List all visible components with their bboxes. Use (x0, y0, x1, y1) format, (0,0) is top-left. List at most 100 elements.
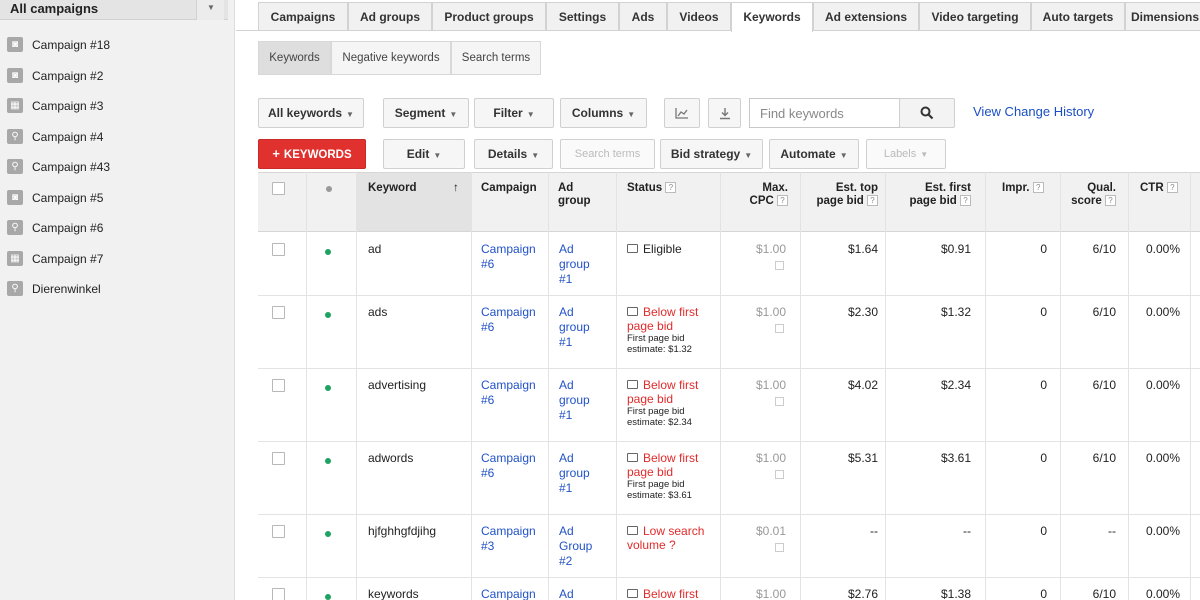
keyword-cell[interactable]: ad (368, 242, 381, 257)
help-icon[interactable]: ? (867, 195, 878, 207)
ad-group-link[interactable]: Ad group #1 (559, 378, 590, 423)
tab-videos[interactable]: Videos (667, 2, 731, 31)
sidebar-item-campaign[interactable]: ⚲ Campaign #4 (0, 128, 228, 160)
tab-dimensions[interactable]: Dimensions (1125, 2, 1200, 31)
tab-ads[interactable]: Ads (619, 2, 667, 31)
edit-bid-icon[interactable] (775, 324, 784, 333)
all-campaigns-dropdown[interactable]: ▼ (196, 0, 224, 20)
tab-settings[interactable]: Settings (546, 2, 619, 31)
subtab-negative-keywords[interactable]: Negative keywords (331, 41, 451, 75)
tab-video-targeting[interactable]: Video targeting (919, 2, 1031, 31)
campaign-link[interactable]: Campaign #6 (481, 305, 536, 335)
search-button[interactable] (899, 98, 955, 128)
row-checkbox[interactable] (272, 243, 285, 256)
row-checkbox[interactable] (272, 452, 285, 465)
campaign-column-header[interactable]: Campaign (481, 172, 537, 232)
enabled-status-dot[interactable] (325, 531, 331, 537)
sidebar-item-campaign[interactable]: ⚲ Dierenwinkel (0, 281, 228, 312)
ad-group-link[interactable]: Ad Group #2 (559, 524, 592, 569)
enabled-status-dot[interactable] (325, 385, 331, 391)
keyword-cell[interactable]: ads (368, 305, 387, 320)
ad-group-link[interactable]: Ad group #1 (559, 242, 590, 287)
sidebar-item-campaign[interactable]: ▦ Campaign #3 (0, 98, 228, 129)
edit-bid-icon[interactable] (775, 470, 784, 479)
view-change-history-link[interactable]: View Change History (973, 104, 1094, 119)
tab-auto-targets[interactable]: Auto targets (1031, 2, 1125, 31)
ad-group-link[interactable]: Ad group #1 (559, 305, 590, 350)
ad-group-column-header[interactable]: Ad group (558, 172, 591, 232)
keyword-column-header[interactable]: Keyword ↑ (368, 172, 459, 232)
campaign-link[interactable]: Campaign #6 (481, 242, 536, 272)
all-keywords-dropdown[interactable]: All keywords ▼ (258, 98, 364, 128)
sidebar-item-campaign[interactable]: ◙ Campaign #2 (0, 67, 228, 99)
keyword-cell[interactable]: advertising (368, 378, 426, 393)
campaign-link[interactable]: Campaign #6 (481, 451, 536, 481)
help-icon[interactable]: ? (1166, 182, 1178, 194)
details-dropdown[interactable]: Details ▼ (474, 139, 553, 169)
filter-dropdown[interactable]: Filter ▼ (474, 98, 554, 128)
find-keywords-input[interactable] (749, 98, 900, 128)
search-terms-button[interactable]: Search terms (560, 139, 655, 169)
status-text[interactable]: Eligible (627, 242, 682, 256)
max-cpc-cell[interactable]: $1.00 (740, 378, 786, 393)
add-keywords-button[interactable]: + KEYWORDS (258, 139, 366, 169)
edit-bid-icon[interactable] (775, 397, 784, 406)
campaign-link[interactable]: Campaign #6 (481, 378, 536, 408)
keyword-cell[interactable]: hjfghhgfdjihg (368, 524, 436, 539)
campaign-link[interactable]: Campaign (481, 587, 536, 600)
row-checkbox[interactable] (272, 379, 285, 392)
ad-group-link[interactable]: Ad (559, 587, 574, 600)
campaign-link[interactable]: Campaign #3 (481, 524, 536, 554)
max-cpc-cell[interactable]: $1.00 (740, 587, 786, 600)
status-column-header[interactable]: Status ? (627, 172, 677, 232)
bid-strategy-dropdown[interactable]: Bid strategy ▼ (660, 139, 763, 169)
enabled-status-dot[interactable] (325, 312, 331, 318)
enabled-status-dot[interactable] (325, 458, 331, 464)
row-checkbox[interactable] (272, 306, 285, 319)
row-checkbox[interactable] (272, 525, 285, 538)
ad-group-link[interactable]: Ad group #1 (559, 451, 590, 496)
status-text[interactable]: Below first page bid (627, 378, 698, 406)
edit-dropdown[interactable]: Edit ▼ (383, 139, 465, 169)
enabled-status-dot[interactable] (325, 249, 331, 255)
max-cpc-cell[interactable]: $0.01 (740, 524, 786, 539)
sidebar-item-campaign[interactable]: ⚲ Campaign #43 (0, 159, 228, 190)
max-cpc-cell[interactable]: $1.00 (740, 305, 786, 320)
chart-toggle-button[interactable] (664, 98, 700, 128)
tab-keywords[interactable]: Keywords (731, 2, 813, 32)
max-cpc-column-header[interactable]: Max. CPC ? (728, 172, 788, 232)
all-campaigns-header[interactable]: All campaigns ▼ (0, 0, 228, 20)
edit-bid-icon[interactable] (775, 543, 784, 552)
sidebar-item-campaign[interactable]: ◙ Campaign #18 (0, 37, 228, 68)
help-icon[interactable]: ? (665, 182, 677, 194)
max-cpc-cell[interactable]: $1.00 (740, 242, 786, 257)
tab-campaigns[interactable]: Campaigns (258, 2, 348, 31)
est-top-page-bid-column-header[interactable]: Est. top page bid ? (808, 172, 878, 232)
tab-ad-extensions[interactable]: Ad extensions (813, 2, 919, 31)
sidebar-item-campaign[interactable]: ◙ Campaign #5 (0, 189, 228, 221)
tab-ad-groups[interactable]: Ad groups (348, 2, 432, 31)
edit-bid-icon[interactable] (775, 261, 784, 270)
all-campaigns-title[interactable]: All campaigns (10, 0, 98, 17)
row-checkbox[interactable] (272, 588, 285, 600)
help-icon[interactable]: ? (960, 195, 971, 207)
est-first-page-bid-column-header[interactable]: Est. first page bid ? (893, 172, 971, 232)
help-icon[interactable]: ? (669, 538, 676, 552)
status-text[interactable]: Below first page bid (627, 305, 698, 333)
keyword-cell[interactable]: keywords (368, 587, 419, 600)
quality-score-column-header[interactable]: Qual. score ? (1066, 172, 1116, 232)
status-text[interactable]: Below first (627, 587, 698, 600)
impressions-column-header[interactable]: Impr. ? (1002, 172, 1044, 232)
automate-dropdown[interactable]: Automate ▼ (769, 139, 859, 169)
help-icon[interactable]: ? (777, 195, 788, 207)
columns-dropdown[interactable]: Columns ▼ (560, 98, 647, 128)
status-text[interactable]: Below first page bid (627, 451, 698, 479)
help-icon[interactable]: ? (1105, 195, 1116, 207)
subtab-keywords[interactable]: Keywords (258, 41, 331, 75)
download-button[interactable] (708, 98, 741, 128)
sidebar-item-campaign[interactable]: ⚲ Campaign #6 (0, 220, 228, 251)
labels-dropdown[interactable]: Labels ▼ (866, 139, 946, 169)
sidebar-item-campaign[interactable]: ▦ Campaign #7 (0, 250, 228, 282)
segment-dropdown[interactable]: Segment ▼ (383, 98, 469, 128)
enabled-status-dot[interactable] (325, 594, 331, 600)
